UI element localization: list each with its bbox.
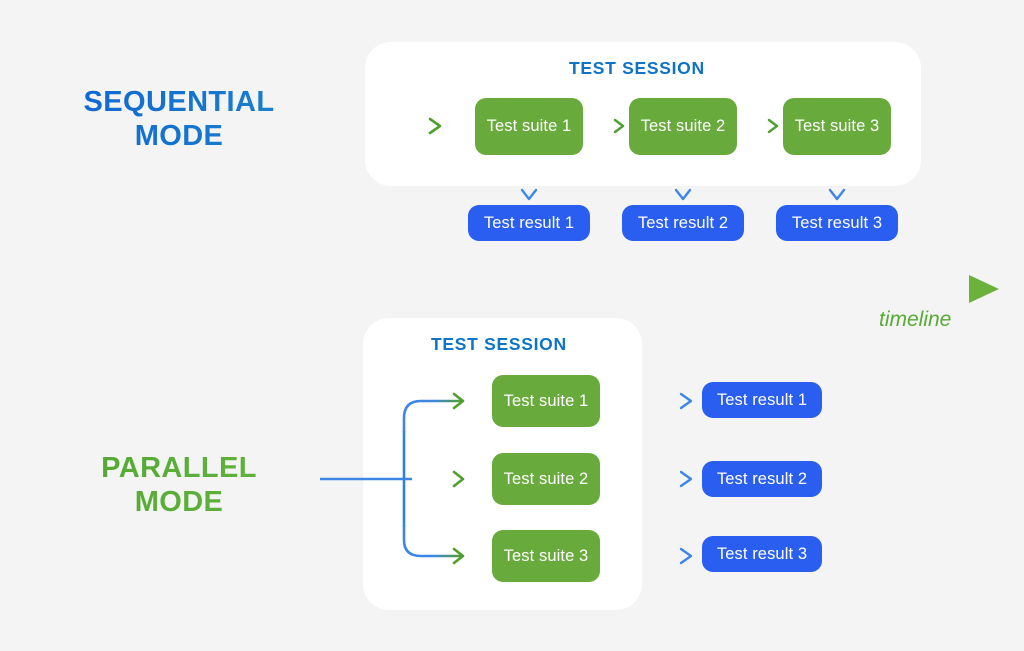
- sequential-test-suite-2[interactable]: Test suite 2: [629, 98, 737, 155]
- sequential-mode-title-line2: MODE: [134, 119, 224, 152]
- parallel-mode-title: PARALLEL MODE: [34, 452, 324, 519]
- sequential-session-caption: TEST SESSION: [569, 58, 705, 78]
- parallel-test-suite-2[interactable]: Test suite 2: [492, 453, 600, 505]
- timeline-arrow: [0, 275, 999, 303]
- sequential-test-result-1[interactable]: Test result 1: [468, 205, 590, 241]
- parallel-mode-title-line1: PARALLEL: [101, 452, 257, 484]
- parallel-test-suite-3[interactable]: Test suite 3: [492, 530, 600, 582]
- parallel-session-caption: TEST SESSION: [431, 334, 567, 354]
- sequential-mode-title: SEQUENTIAL MODE: [34, 86, 324, 153]
- parallel-mode-title-line2: MODE: [134, 485, 224, 518]
- sequential-test-result-3[interactable]: Test result 3: [776, 205, 898, 241]
- sequential-mode-title-line1: SEQUENTIAL: [83, 86, 275, 118]
- timeline-label: timeline: [879, 308, 952, 331]
- sequential-test-result-2[interactable]: Test result 2: [622, 205, 744, 241]
- parallel-test-result-3[interactable]: Test result 3: [702, 536, 822, 572]
- parallel-test-result-1[interactable]: Test result 1: [702, 382, 822, 418]
- diagram-canvas: SEQUENTIAL MODE PARALLEL MODE TEST SESSI…: [0, 0, 1024, 651]
- parallel-test-result-2[interactable]: Test result 2: [702, 461, 822, 497]
- parallel-test-suite-1[interactable]: Test suite 1: [492, 375, 600, 427]
- sequential-test-suite-3[interactable]: Test suite 3: [783, 98, 891, 155]
- sequential-test-suite-1[interactable]: Test suite 1: [475, 98, 583, 155]
